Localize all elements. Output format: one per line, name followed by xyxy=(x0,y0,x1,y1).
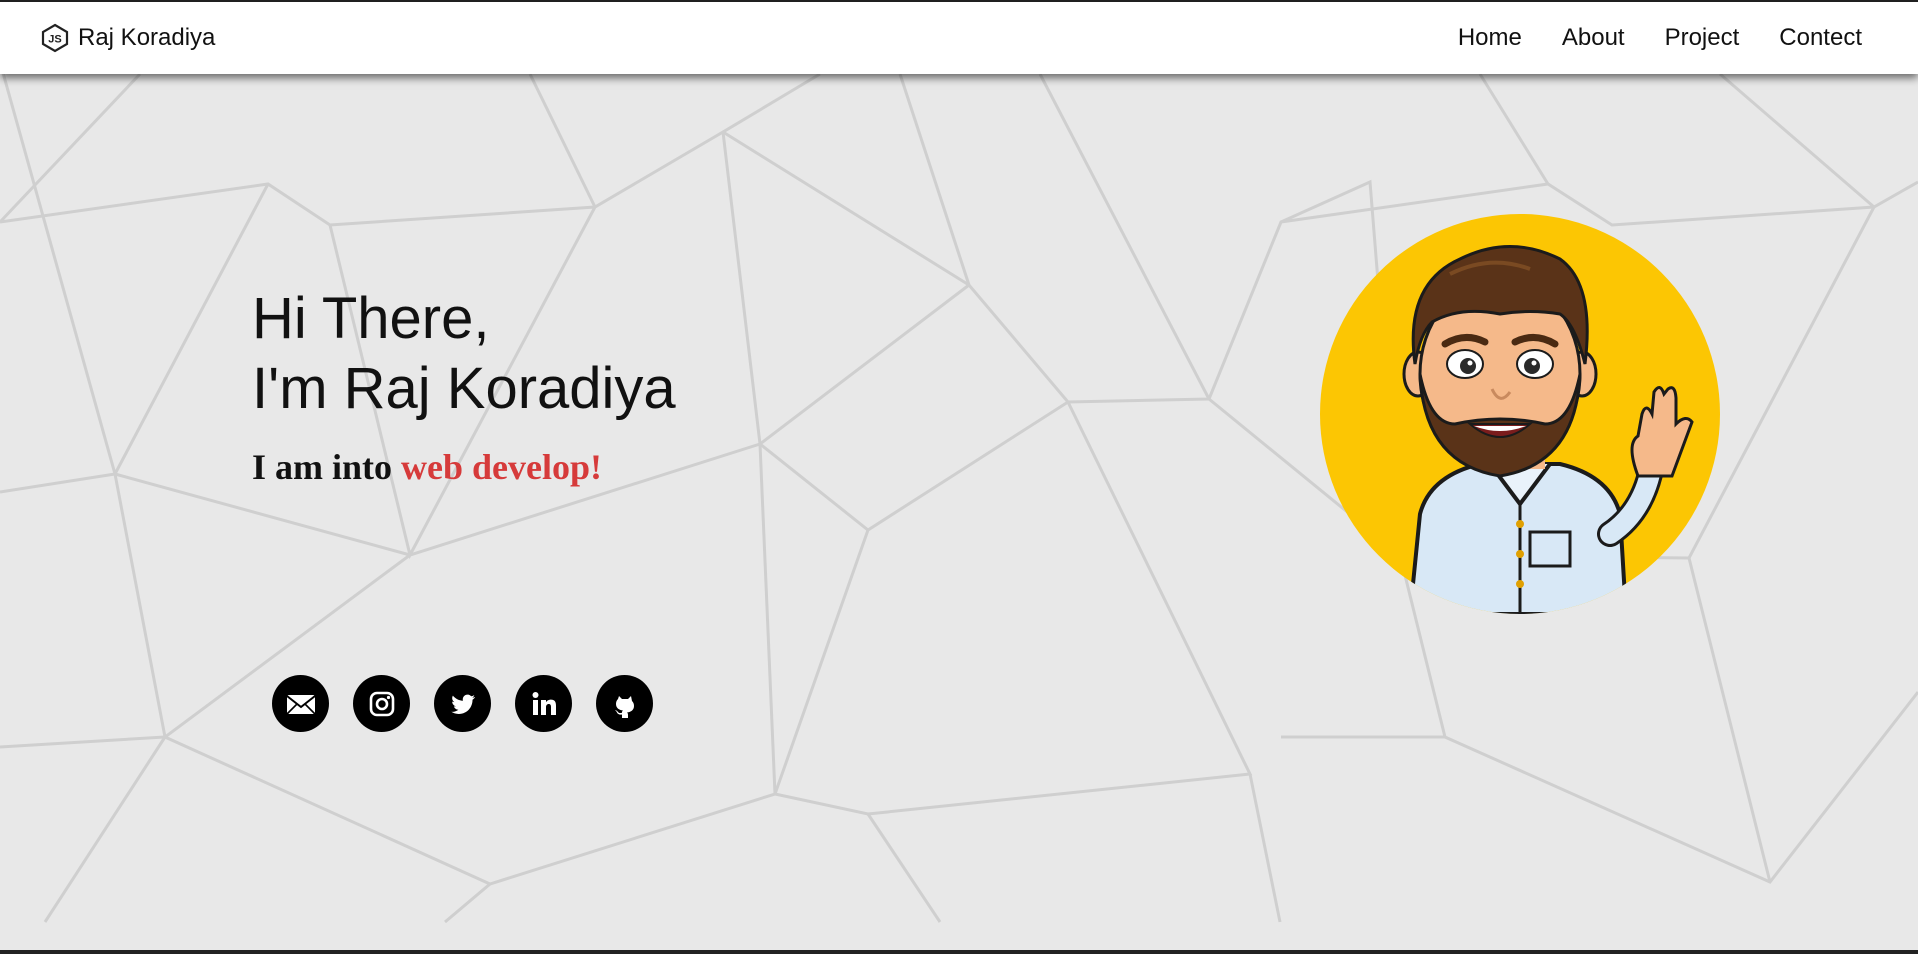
github-icon xyxy=(614,695,634,718)
tagline-highlight: web develop! xyxy=(401,447,603,487)
email-icon xyxy=(285,694,316,715)
hero-name: I'm Raj Koradiya xyxy=(252,356,676,421)
linkedin-icon xyxy=(532,691,556,715)
nav-home[interactable]: Home xyxy=(1458,24,1522,52)
main-nav: Home About Project Contect xyxy=(1458,24,1862,52)
nav-project[interactable]: Project xyxy=(1665,24,1740,52)
instagram-link[interactable] xyxy=(353,675,410,732)
github-link[interactable] xyxy=(596,675,653,732)
tagline-prefix: I am into xyxy=(252,447,402,487)
nav-contect[interactable]: Contect xyxy=(1779,24,1862,52)
linkedin-link[interactable] xyxy=(515,675,572,732)
navbar: JS Raj Koradiya Home About Project Conte… xyxy=(0,2,1918,74)
hero-heading: Hi There, I'm Raj Koradiya xyxy=(252,284,676,424)
nodejs-hex-icon: JS xyxy=(41,23,69,53)
instagram-icon xyxy=(369,691,394,716)
nav-about[interactable]: About xyxy=(1562,24,1625,52)
social-links xyxy=(272,675,653,732)
hero-tagline: I am into web develop! xyxy=(252,446,676,488)
avatar-illustration xyxy=(1402,245,1694,614)
cartoon-avatar xyxy=(1320,214,1720,614)
svg-text:JS: JS xyxy=(48,34,61,46)
brand[interactable]: JS Raj Koradiya xyxy=(40,23,215,53)
footer-divider xyxy=(0,950,1918,954)
hero-greeting: Hi There, xyxy=(252,286,490,351)
brand-name: Raj Koradiya xyxy=(78,24,216,51)
hero-text: Hi There, I'm Raj Koradiya I am into web… xyxy=(252,284,676,488)
email-link[interactable] xyxy=(272,675,329,732)
twitter-link[interactable] xyxy=(434,675,491,732)
twitter-icon xyxy=(450,694,475,714)
